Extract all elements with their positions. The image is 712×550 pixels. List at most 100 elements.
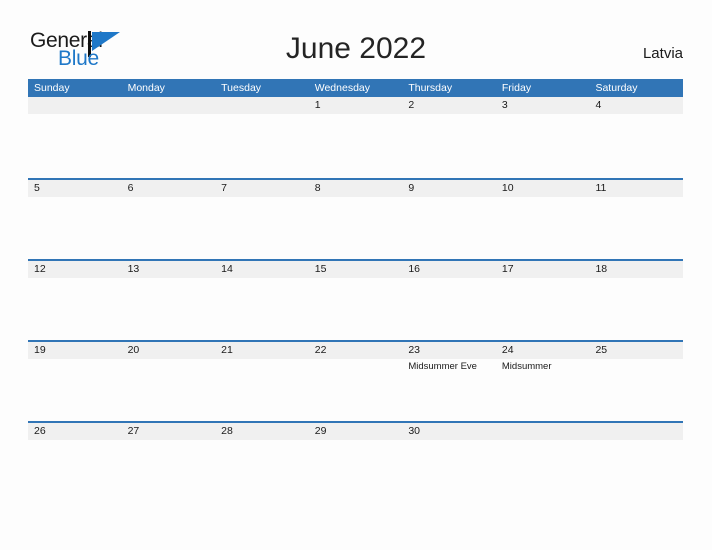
day-number: 23 [408,344,420,356]
day-number: 24 [501,344,514,356]
calendar-week-row: 26 27 28 29 30 [28,421,684,502]
calendar-day-cell[interactable]: 30 [402,423,496,502]
day-number: 7 [221,182,227,194]
calendar-day-cell[interactable]: 20 [121,342,216,421]
calendar-day-cell[interactable]: 15 [308,261,403,340]
day-number: 30 [408,425,420,437]
day-number: 13 [127,263,140,275]
calendar-day-cell[interactable]: 5 [28,180,122,259]
weekday-header-saturday: Saturday [595,82,638,94]
day-number: 9 [408,182,415,194]
day-number: 28 [221,425,233,437]
weekday-header-tuesday: Tuesday [221,82,262,94]
day-number-band [121,180,216,197]
calendar-day-cell[interactable]: 22 [308,342,403,421]
calendar-day-cell-empty [589,423,684,502]
calendar-day-cell[interactable]: 28 [215,423,309,502]
day-number: 29 [314,425,327,437]
day-number: 22 [314,344,327,356]
weekday-header-friday: Friday [501,82,532,94]
calendar-day-cell[interactable]: 10 [495,180,590,259]
calendar-day-cell-empty [215,97,309,176]
calendar-day-cell[interactable]: 24 Midsummer [495,342,590,421]
day-number: 2 [408,99,415,111]
day-number: 25 [595,344,608,356]
day-number: 19 [34,344,46,356]
calendar-week-row: 19 20 21 22 23 Midsummer Eve 24 Midsummer 25 [28,340,684,421]
holiday-event-label: Midsummer Eve [408,361,477,372]
calendar-day-cell[interactable]: 17 [495,261,590,340]
day-number-band [402,180,496,197]
day-number: 18 [595,263,608,275]
weekday-header-monday: Monday [127,82,165,94]
day-number: 14 [221,263,233,275]
weekday-header-thursday: Thursday [408,82,453,94]
day-number-band [28,180,122,197]
day-number: 15 [314,263,327,275]
day-number: 11 [595,182,607,194]
day-number: 21 [221,344,233,356]
calendar-day-cell[interactable]: 8 [308,180,403,259]
calendar-day-cell[interactable]: 29 [308,423,403,502]
day-number: 20 [127,344,140,356]
day-number-band [402,97,496,114]
calendar-day-cell[interactable]: 19 [28,342,122,421]
calendar-day-cell[interactable]: 9 [402,180,496,259]
calendar-day-cell-empty [495,423,590,502]
calendar-day-cell[interactable]: 18 [589,261,684,340]
day-number: 26 [34,425,46,437]
calendar-day-cell[interactable]: 27 [121,423,216,502]
day-number: 10 [501,182,514,194]
calendar-day-cell[interactable]: 23 Midsummer Eve [402,342,496,421]
day-number: 5 [34,182,40,194]
calendar-day-cell-empty [121,97,216,176]
day-number-band [589,423,684,440]
calendar-day-cell[interactable]: 13 [121,261,216,340]
day-events: Midsummer Eve [408,360,493,373]
calendar-week-row: 5 6 7 8 9 10 11 [28,178,684,259]
page-header: General Blue June 2022 Latvia [0,0,712,74]
day-number: 27 [127,425,140,437]
calendar-grid: Sunday Monday Tuesday Wednesday Thursday Frid… [28,79,684,502]
day-number: 3 [501,99,508,111]
calendar-day-cell[interactable]: 14 [215,261,309,340]
day-events: Midsummer [502,360,587,373]
day-number-band [215,180,309,197]
day-number-band [121,97,216,114]
holiday-event-label: Midsummer [501,361,552,372]
calendar-day-cell[interactable]: 7 [215,180,309,259]
calendar-day-cell[interactable]: 6 [121,180,216,259]
day-number-band [308,180,403,197]
weekday-header-row: Sunday Monday Tuesday Wednesday Thursday Frid… [28,79,683,97]
day-number: 17 [501,263,514,275]
day-number: 16 [408,263,420,275]
calendar-day-cell[interactable]: 4 [589,97,684,176]
day-number-band [28,97,122,114]
day-number: 8 [314,182,321,194]
calendar-week-row: 1 2 3 4 [28,97,684,178]
day-number-band [215,97,309,114]
calendar-day-cell[interactable]: 3 [495,97,590,176]
day-number: 1 [314,99,321,111]
calendar-day-cell[interactable]: 2 [402,97,496,176]
country-label: Latvia [642,45,683,62]
day-number: 12 [34,263,46,275]
calendar-day-cell[interactable]: 25 [589,342,684,421]
calendar-page: General Blue June 2022 Latvia Sunday Mond… [0,0,712,550]
weekday-header-sunday: Sunday [34,82,70,94]
weekday-header-wednesday: Wednesday [314,82,370,94]
calendar-week-row: 12 13 14 15 16 17 18 [28,259,684,340]
calendar-day-cell[interactable]: 11 [589,180,684,259]
calendar-day-cell[interactable]: 26 [28,423,122,502]
calendar-day-cell-empty [28,97,122,176]
calendar-day-cell[interactable]: 21 [215,342,309,421]
calendar-day-cell[interactable]: 1 [308,97,403,176]
page-title: June 2022 [285,32,427,65]
day-number-band [495,97,590,114]
day-number: 6 [127,182,134,194]
day-number: 4 [595,99,602,111]
day-number-band [495,423,590,440]
day-number-band [308,97,403,114]
calendar-day-cell[interactable]: 12 [28,261,122,340]
calendar-day-cell[interactable]: 16 [402,261,496,340]
